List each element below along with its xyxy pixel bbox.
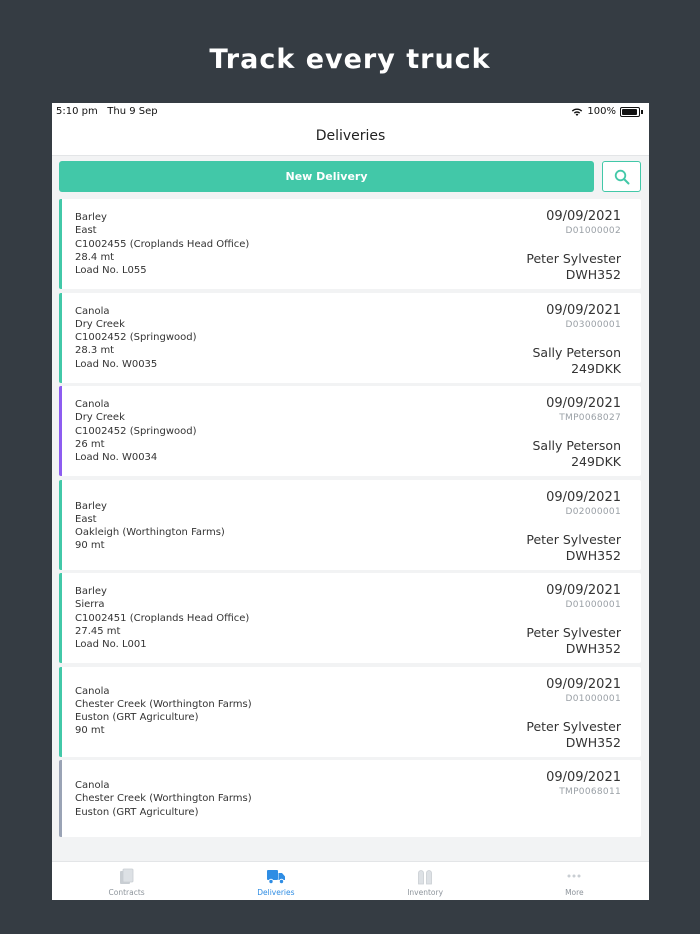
delivery-ref: D01000001 xyxy=(565,693,621,704)
delivery-ref: D01000002 xyxy=(565,226,621,236)
truck-plate: DWH352 xyxy=(565,641,621,656)
delivery-ref: D01000001 xyxy=(565,600,621,610)
card-line: Load No. L001 xyxy=(75,639,147,651)
delivery-list: Barley East C1002455 (Croplands Head Off… xyxy=(59,199,641,841)
card-line: East xyxy=(75,225,97,237)
card-line: 26 mt xyxy=(75,438,105,450)
delivery-ref: D03000001 xyxy=(565,319,621,330)
tab-inventory[interactable]: Inventory xyxy=(351,862,500,900)
card-line: Load No. L055 xyxy=(75,265,147,277)
card-line: Barley xyxy=(75,586,107,597)
delivery-card[interactable]: Canola Chester Creek (Worthington Farms)… xyxy=(59,760,641,837)
card-line: Euston (GRT Agriculture) xyxy=(75,712,199,724)
headline: Track every truck xyxy=(209,44,491,75)
tab-contracts[interactable]: Contracts xyxy=(52,862,201,900)
driver-name: Peter Sylvester xyxy=(526,718,621,734)
card-line: Canola xyxy=(75,780,110,791)
delivery-ref: TMP0068027 xyxy=(559,413,621,423)
card-line: Load No. W0034 xyxy=(75,452,158,464)
search-button[interactable] xyxy=(602,161,641,192)
delivery-date: 09/09/2021 xyxy=(546,770,621,785)
delivery-date: 09/09/2021 xyxy=(546,209,621,224)
card-line: Sierra xyxy=(75,599,105,611)
tab-label: Deliveries xyxy=(257,888,295,897)
delivery-card[interactable]: Canola Dry Creek C1002452 (Springwood) 2… xyxy=(59,386,641,476)
silo-icon xyxy=(418,870,433,885)
new-delivery-button[interactable]: New Delivery xyxy=(59,161,594,192)
driver-name: Sally Peterson xyxy=(532,438,621,453)
driver-name: Peter Sylvester xyxy=(526,531,621,547)
delivery-date: 09/09/2021 xyxy=(546,676,621,692)
card-line: 90 mt xyxy=(75,540,105,552)
delivery-card[interactable]: Barley East C1002455 (Croplands Head Off… xyxy=(59,199,641,289)
tab-bar: Contracts Deliveries Inventory More xyxy=(52,861,649,900)
card-line: C1002452 (Springwood) xyxy=(75,332,197,344)
card-line: East xyxy=(75,513,97,525)
card-line: 28.4 mt xyxy=(75,251,115,263)
card-line: 28.3 mt xyxy=(75,345,115,357)
card-line: Chester Creek (Worthington Farms) xyxy=(75,793,252,805)
card-line: Dry Creek xyxy=(75,318,125,330)
delivery-date: 09/09/2021 xyxy=(546,396,621,411)
nav-bar: Deliveries xyxy=(52,121,649,156)
card-line: C1002455 (Croplands Head Office) xyxy=(75,238,250,250)
driver-name: Peter Sylvester xyxy=(526,251,621,266)
truck-plate: 249DKK xyxy=(571,454,621,469)
page-title: Deliveries xyxy=(315,128,386,144)
status-date: Thu 9 Sep xyxy=(107,106,158,117)
card-line: Chester Creek (Worthington Farms) xyxy=(75,698,252,710)
card-line: Barley xyxy=(75,500,107,512)
action-bar: New Delivery xyxy=(52,156,649,196)
card-line: Dry Creek xyxy=(75,412,125,424)
delivery-date: 09/09/2021 xyxy=(546,489,621,505)
delivery-card[interactable]: Barley Sierra C1002451 (Croplands Head O… xyxy=(59,573,641,663)
card-line: Euston (GRT Agriculture) xyxy=(75,806,199,818)
tab-more[interactable]: More xyxy=(500,862,649,900)
delivery-card[interactable]: Canola Dry Creek C1002452 (Springwood) 2… xyxy=(59,292,641,383)
delivery-card[interactable]: Canola Chester Creek (Worthington Farms)… xyxy=(59,666,641,757)
driver-name: Sally Peterson xyxy=(532,344,621,360)
tab-label: Inventory xyxy=(407,888,444,897)
tab-label: More xyxy=(565,888,584,897)
card-line: Load No. W0035 xyxy=(75,358,158,370)
more-icon xyxy=(567,874,581,878)
truck-plate: 249DKK xyxy=(571,360,621,376)
search-icon xyxy=(614,169,629,184)
delivery-date: 09/09/2021 xyxy=(546,302,621,318)
battery-percent: 100% xyxy=(587,106,616,117)
delivery-card[interactable]: Barley East Oakleigh (Worthington Farms)… xyxy=(59,479,641,570)
delivery-ref: TMP0068011 xyxy=(559,787,621,797)
card-line: Canola xyxy=(75,685,110,697)
tab-deliveries[interactable]: Deliveries xyxy=(201,862,350,900)
status-bar: 5:10 pm Thu 9 Sep 100% xyxy=(52,103,649,121)
driver-name: Peter Sylvester xyxy=(526,625,621,640)
battery-icon xyxy=(620,106,640,117)
app-screen: 5:10 pm Thu 9 Sep 100% Deliveries New De… xyxy=(52,103,649,900)
truck-plate: DWH352 xyxy=(565,547,621,563)
tab-label: Contracts xyxy=(108,888,145,897)
delivery-ref: D02000001 xyxy=(565,506,621,517)
truck-plate: DWH352 xyxy=(565,267,621,282)
truck-plate: DWH352 xyxy=(565,734,621,750)
status-time: 5:10 pm xyxy=(56,106,98,117)
card-line: Canola xyxy=(75,305,110,317)
card-line: 27.45 mt xyxy=(75,625,121,637)
wifi-icon xyxy=(572,107,583,116)
card-line: Oakleigh (Worthington Farms) xyxy=(75,527,225,539)
card-line: C1002452 (Springwood) xyxy=(75,425,197,437)
contracts-icon xyxy=(119,868,134,884)
card-line: Barley xyxy=(75,212,107,223)
truck-icon xyxy=(266,870,285,885)
delivery-date: 09/09/2021 xyxy=(546,583,621,598)
card-line: C1002451 (Croplands Head Office) xyxy=(75,612,250,624)
card-line: 90 mt xyxy=(75,725,105,737)
card-line: Canola xyxy=(75,399,110,410)
